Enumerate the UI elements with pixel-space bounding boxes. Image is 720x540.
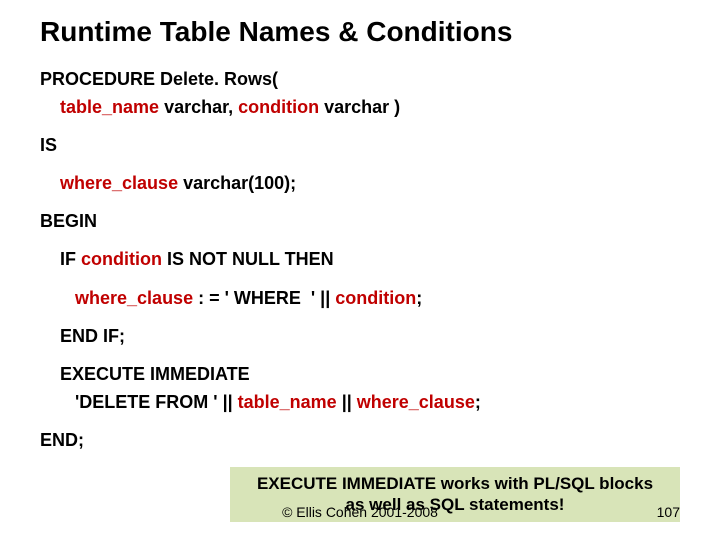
code-line: EXECUTE IMMEDIATE <box>40 361 690 387</box>
code-line: 'DELETE FROM ' || table_name || where_cl… <box>40 389 690 415</box>
code-text: ; <box>416 288 422 308</box>
footer: © Ellis Cohen 2001-2008 107 <box>0 504 720 520</box>
code-block: PROCEDURE Delete. Rows( table_name varch… <box>40 66 690 453</box>
code-line: IS <box>40 132 690 158</box>
code-line: table_name varchar, condition varchar ) <box>40 94 690 120</box>
code-line: PROCEDURE Delete. Rows( <box>40 66 690 92</box>
code-text: ; <box>475 392 481 412</box>
var-name: where_clause <box>40 173 178 193</box>
code-text: varchar ) <box>319 97 400 117</box>
var-name: condition <box>81 249 162 269</box>
code-text: || <box>337 392 357 412</box>
var-name: condition <box>335 288 416 308</box>
code-line: END IF; <box>40 323 690 349</box>
code-text: IF <box>40 249 81 269</box>
code-text: varchar, <box>159 97 238 117</box>
code-line: END; <box>40 427 690 453</box>
code-text: IS NOT NULL THEN <box>162 249 334 269</box>
var-name: table_name <box>238 392 337 412</box>
code-line: IF condition IS NOT NULL THEN <box>40 246 690 272</box>
slide-title: Runtime Table Names & Conditions <box>40 16 690 48</box>
code-line: BEGIN <box>40 208 690 234</box>
param-name: condition <box>238 97 319 117</box>
slide-container: Runtime Table Names & Conditions PROCEDU… <box>0 0 720 540</box>
code-text: 'DELETE FROM ' || <box>40 392 238 412</box>
code-line: where_clause varchar(100); <box>40 170 690 196</box>
code-line: where_clause : = ' WHERE ' || condition; <box>40 285 690 311</box>
code-text: : = ' WHERE ' || <box>193 288 335 308</box>
code-text: varchar(100); <box>178 173 296 193</box>
page-number: 107 <box>657 504 680 520</box>
var-name: where_clause <box>40 288 193 308</box>
var-name: where_clause <box>357 392 475 412</box>
param-name: table_name <box>40 97 159 117</box>
copyright-text: © Ellis Cohen 2001-2008 <box>0 504 720 520</box>
